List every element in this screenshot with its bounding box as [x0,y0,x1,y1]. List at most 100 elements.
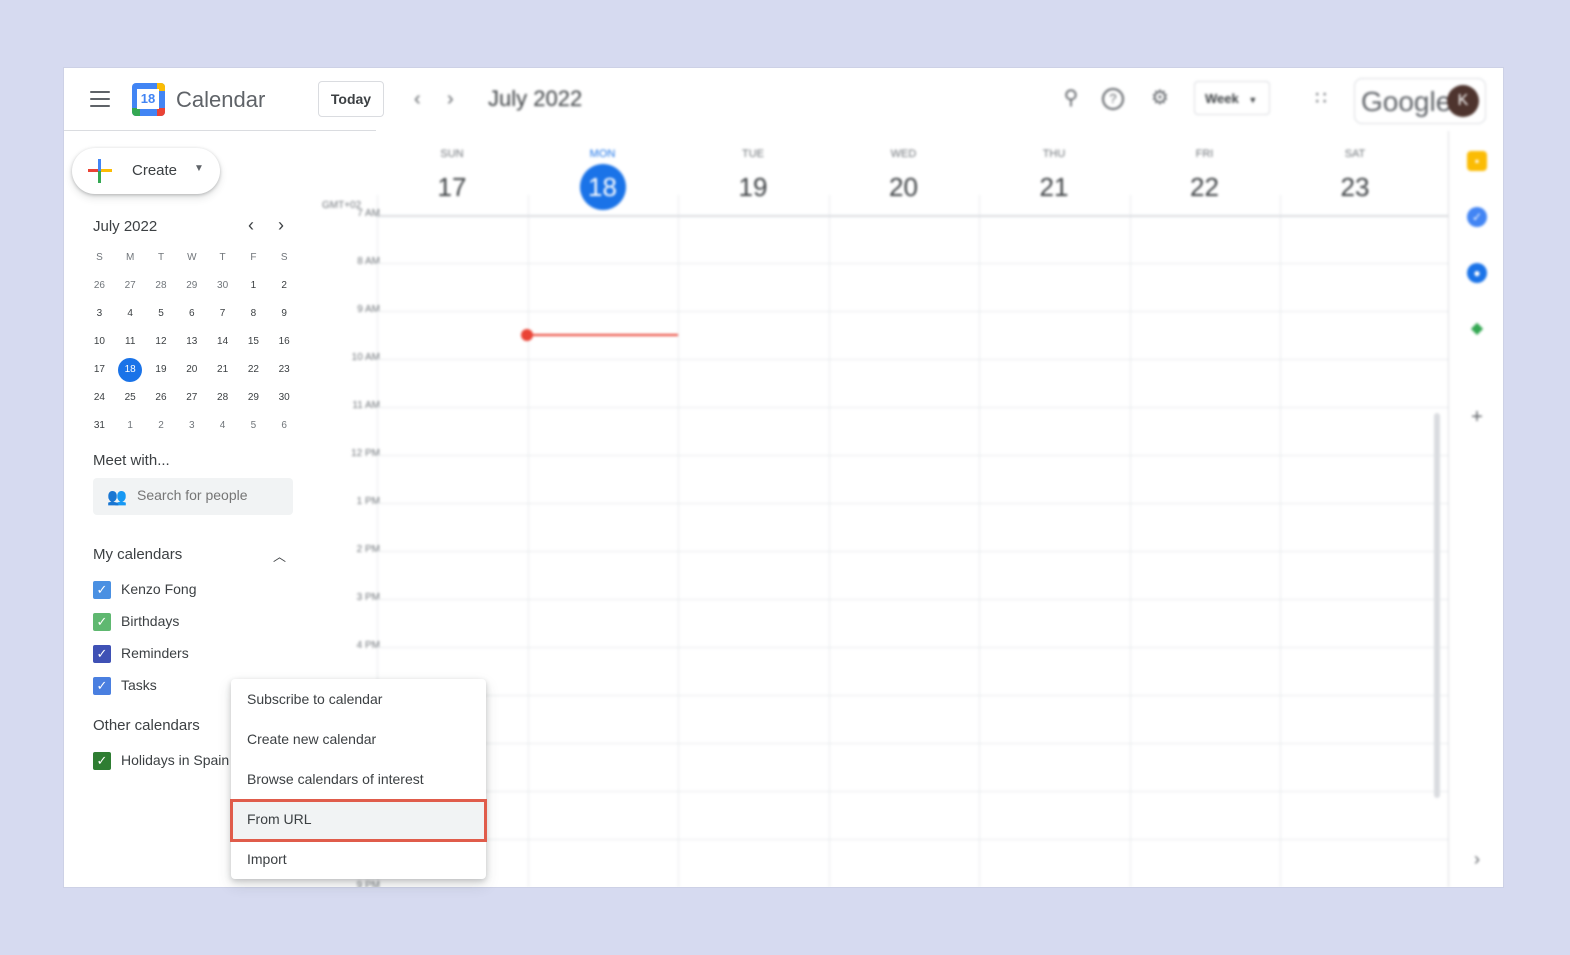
header-divider [376,215,1448,217]
mini-day[interactable]: 24 [84,384,115,412]
keep-icon[interactable]: ▪ [1467,151,1487,171]
mini-day[interactable]: 8 [238,300,269,328]
day-header[interactable]: SUN 17 [377,148,527,210]
my-calendars-heading[interactable]: My calendars [93,546,182,563]
day-number[interactable]: 19 [730,164,776,210]
other-calendars-heading[interactable]: Other calendars [93,717,200,734]
mini-day[interactable]: 21 [207,356,238,384]
mini-prev-icon[interactable]: ‹ [248,215,254,236]
mini-day[interactable]: 27 [176,384,207,412]
avatar[interactable]: K [1447,85,1479,117]
mini-day[interactable]: 20 [176,356,207,384]
tasks-icon[interactable]: ✓ [1467,207,1487,227]
day-number[interactable]: 22 [1182,164,1228,210]
search-people-box[interactable]: 👥 [93,478,293,515]
day-number[interactable]: 18 [579,164,626,210]
mini-day[interactable]: 5 [238,412,269,440]
day-number[interactable]: 17 [429,164,475,210]
mini-day[interactable]: 4 [115,300,146,328]
add-icon[interactable]: + [1467,407,1487,427]
prev-icon[interactable]: ‹ [414,88,421,111]
current-time-dot [521,329,533,341]
day-header[interactable]: THU 21 [979,148,1129,210]
mini-day[interactable]: 2 [146,412,177,440]
today-button[interactable]: Today [318,81,384,117]
view-selector[interactable]: Week ▼ [1194,81,1270,115]
mini-day[interactable]: 26 [84,272,115,300]
checkbox-checked-icon[interactable]: ✓ [93,613,111,631]
mini-day[interactable]: 31 [84,412,115,440]
day-header[interactable]: FRI 22 [1130,148,1280,210]
mini-day[interactable]: 1 [238,272,269,300]
mini-day[interactable]: 26 [146,384,177,412]
menu-item-import[interactable]: Import [231,839,486,879]
mini-day[interactable]: 9 [269,300,300,328]
mini-day[interactable]: 5 [146,300,177,328]
caret-down-icon[interactable]: ▼ [194,163,204,174]
mini-day[interactable]: 29 [238,384,269,412]
mini-day[interactable]: 17 [84,356,115,384]
mini-next-icon[interactable]: › [278,215,284,236]
mini-day[interactable]: 3 [84,300,115,328]
mini-day[interactable]: 15 [238,328,269,356]
mini-day[interactable]: 1 [115,412,146,440]
menu-item-browse-calendars-of-interest[interactable]: Browse calendars of interest [231,759,486,799]
mini-day[interactable]: 4 [207,412,238,440]
mini-day[interactable]: 27 [115,272,146,300]
mini-day[interactable]: 13 [176,328,207,356]
expand-icon[interactable]: › [1467,849,1487,869]
mini-day[interactable]: 3 [176,412,207,440]
day-header[interactable]: TUE 19 [678,148,828,210]
day-header[interactable]: SAT 23 [1280,148,1430,210]
mini-day[interactable]: 28 [146,272,177,300]
mini-day-number: 3 [189,420,195,431]
day-header[interactable]: WED 20 [829,148,979,210]
mini-day-number: 18 [118,358,143,382]
maps-icon[interactable]: ◆ [1467,319,1487,339]
mini-day[interactable]: 22 [238,356,269,384]
checkbox-checked-icon[interactable]: ✓ [93,752,111,770]
next-icon[interactable]: › [447,88,454,111]
day-number[interactable]: 21 [1031,164,1077,210]
checkbox-checked-icon[interactable]: ✓ [93,581,111,599]
mini-dow-label: W [187,252,197,263]
account-area[interactable]: Google K [1354,78,1486,124]
day-header[interactable]: MON 18 [528,148,678,210]
contacts-icon[interactable]: ● [1467,263,1487,283]
checkbox-checked-icon[interactable]: ✓ [93,645,111,663]
chevron-up-icon[interactable]: ︿ [273,546,286,565]
mini-day[interactable]: 2 [269,272,300,300]
mini-day[interactable]: 25 [115,384,146,412]
day-number[interactable]: 23 [1332,164,1378,210]
menu-item-create-new-calendar[interactable]: Create new calendar [231,719,486,759]
mini-day[interactable]: 7 [207,300,238,328]
help-icon[interactable]: ? [1102,88,1124,110]
mini-day[interactable]: 16 [269,328,300,356]
mini-day[interactable]: 19 [146,356,177,384]
hour-label: 10 AM [351,352,380,363]
search-icon[interactable]: ⚲ [1059,86,1083,110]
mini-day[interactable]: 28 [207,384,238,412]
mini-day[interactable]: 10 [84,328,115,356]
mini-day[interactable]: 14 [207,328,238,356]
menu-item-subscribe-to-calendar[interactable]: Subscribe to calendar [231,679,486,719]
settings-icon[interactable]: ⚙ [1148,86,1172,110]
scrollbar[interactable] [1434,413,1440,798]
mini-day[interactable]: 6 [176,300,207,328]
search-people-input[interactable] [135,486,289,504]
mini-day[interactable]: 30 [207,272,238,300]
mini-day[interactable]: 18 [115,356,146,384]
menu-icon[interactable] [90,91,110,107]
mini-day[interactable]: 23 [269,356,300,384]
mini-day[interactable]: 11 [115,328,146,356]
checkbox-checked-icon[interactable]: ✓ [93,677,111,695]
chevron-down-icon: ▼ [1248,95,1258,105]
mini-day[interactable]: 30 [269,384,300,412]
mini-day[interactable]: 6 [269,412,300,440]
mini-day[interactable]: 12 [146,328,177,356]
day-column-divider [678,195,679,887]
mini-day[interactable]: 29 [176,272,207,300]
apps-icon[interactable]: ∷ [1309,86,1333,110]
create-button[interactable]: Create ▼ [72,148,220,194]
day-number[interactable]: 20 [881,164,927,210]
